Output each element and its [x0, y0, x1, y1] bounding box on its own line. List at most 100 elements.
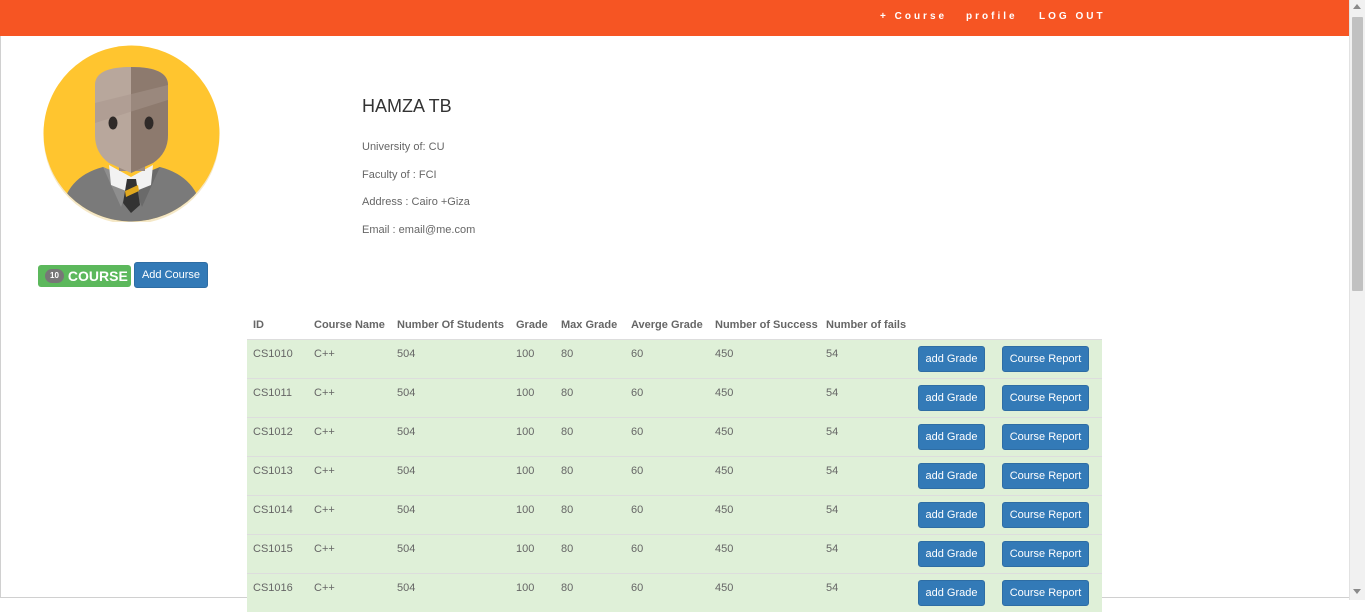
scroll-up-arrow-icon[interactable] [1353, 4, 1361, 9]
cell-course-name: C++ [314, 387, 335, 399]
add-course-button[interactable]: Add Course [134, 262, 208, 288]
cell-grade: 100 [516, 465, 535, 477]
add-grade-button[interactable]: add Grade [918, 424, 985, 450]
cell-students: 504 [397, 465, 416, 477]
table-row: CS1013 C++ 504 100 80 60 450 54 add Grad… [247, 456, 1102, 495]
cell-id: CS1014 [253, 504, 293, 516]
course-report-button[interactable]: Course Report [1002, 346, 1089, 372]
profile-faculty: Faculty of : FCI [362, 169, 437, 181]
top-navbar: + Course profile LOG OUT [0, 0, 1349, 36]
cell-fails: 54 [826, 348, 839, 360]
cell-grade: 100 [516, 543, 535, 555]
cell-grade: 100 [516, 426, 535, 438]
course-report-button[interactable]: Course Report [1002, 385, 1089, 411]
cell-success: 450 [715, 504, 734, 516]
header-number-of-success: Number of Success [715, 319, 818, 331]
header-max-grade: Max Grade [561, 319, 618, 331]
table-row: CS1012 C++ 504 100 80 60 450 54 add Grad… [247, 417, 1102, 456]
add-grade-button[interactable]: add Grade [918, 541, 985, 567]
cell-students: 504 [397, 348, 416, 360]
header-grade: Grade [516, 319, 548, 331]
table-row: CS1010 C++ 504 100 80 60 450 54 add Grad… [247, 339, 1102, 378]
cell-students: 504 [397, 426, 416, 438]
add-grade-button[interactable]: add Grade [918, 463, 985, 489]
cell-success: 450 [715, 348, 734, 360]
cell-students: 504 [397, 387, 416, 399]
course-count-badge: 10 [45, 269, 64, 283]
course-report-button[interactable]: Course Report [1002, 502, 1089, 528]
cell-max-grade: 80 [561, 348, 574, 360]
profile-email: Email : email@me.com [362, 224, 476, 236]
add-grade-button[interactable]: add Grade [918, 580, 985, 606]
cell-id: CS1012 [253, 426, 293, 438]
add-grade-button[interactable]: add Grade [918, 385, 985, 411]
header-id: ID [253, 319, 264, 331]
cell-average-grade: 60 [631, 582, 644, 594]
cell-max-grade: 80 [561, 543, 574, 555]
cell-max-grade: 80 [561, 465, 574, 477]
cell-id: CS1010 [253, 348, 293, 360]
nav-logout-link[interactable]: LOG OUT [1039, 11, 1106, 22]
page-scrollbar[interactable] [1349, 0, 1365, 600]
cell-id: CS1016 [253, 582, 293, 594]
cell-grade: 100 [516, 348, 535, 360]
cell-success: 450 [715, 387, 734, 399]
table-row: CS1014 C++ 504 100 80 60 450 54 add Grad… [247, 495, 1102, 534]
cell-fails: 54 [826, 543, 839, 555]
cell-success: 450 [715, 465, 734, 477]
cell-max-grade: 80 [561, 504, 574, 516]
nav-profile-link[interactable]: profile [966, 11, 1018, 22]
profile-address: Address : Cairo +Giza [362, 196, 470, 208]
cell-grade: 100 [516, 504, 535, 516]
cell-id: CS1011 [253, 387, 292, 399]
cell-course-name: C++ [314, 465, 335, 477]
cell-success: 450 [715, 426, 734, 438]
cell-course-name: C++ [314, 426, 335, 438]
add-grade-button[interactable]: add Grade [918, 346, 985, 372]
cell-average-grade: 60 [631, 348, 644, 360]
cell-grade: 100 [516, 582, 535, 594]
table-row: CS1016 C++ 504 100 80 60 450 54 add Grad… [247, 573, 1102, 612]
course-count-label: 10 COURSE [38, 265, 131, 287]
cell-course-name: C++ [314, 504, 335, 516]
nav-add-course-link[interactable]: + Course [880, 11, 947, 22]
cell-students: 504 [397, 504, 416, 516]
cell-average-grade: 60 [631, 543, 644, 555]
course-report-button[interactable]: Course Report [1002, 541, 1089, 567]
course-report-button[interactable]: Course Report [1002, 463, 1089, 489]
cell-success: 450 [715, 543, 734, 555]
cell-max-grade: 80 [561, 426, 574, 438]
course-label-text: COURSE [67, 268, 128, 284]
cell-average-grade: 60 [631, 504, 644, 516]
header-average-grade: Averge Grade [631, 319, 703, 331]
cell-id: CS1013 [253, 465, 293, 477]
scroll-thumb[interactable] [1352, 17, 1363, 291]
cell-course-name: C++ [314, 582, 335, 594]
cell-average-grade: 60 [631, 426, 644, 438]
cell-fails: 54 [826, 504, 839, 516]
cell-fails: 54 [826, 426, 839, 438]
cell-fails: 54 [826, 582, 839, 594]
cell-students: 504 [397, 543, 416, 555]
cell-course-name: C++ [314, 543, 335, 555]
header-number-of-fails: Number of fails [826, 319, 907, 331]
course-report-button[interactable]: Course Report [1002, 580, 1089, 606]
user-avatar-icon [43, 45, 220, 224]
cell-average-grade: 60 [631, 387, 644, 399]
cell-course-name: C++ [314, 348, 335, 360]
table-row: CS1011 C++ 504 100 80 60 450 54 add Grad… [247, 378, 1102, 417]
cell-max-grade: 80 [561, 582, 574, 594]
table-row: CS1015 C++ 504 100 80 60 450 54 add Grad… [247, 534, 1102, 573]
profile-name: HAMZA TB [362, 96, 452, 116]
header-number-of-students: Number Of Students [397, 319, 504, 331]
cell-students: 504 [397, 582, 416, 594]
cell-fails: 54 [826, 465, 839, 477]
cell-success: 450 [715, 582, 734, 594]
cell-id: CS1015 [253, 543, 293, 555]
profile-university: University of: CU [362, 141, 445, 153]
cell-max-grade: 80 [561, 387, 574, 399]
cell-fails: 54 [826, 387, 839, 399]
course-report-button[interactable]: Course Report [1002, 424, 1089, 450]
scroll-down-arrow-icon[interactable] [1353, 589, 1361, 594]
add-grade-button[interactable]: add Grade [918, 502, 985, 528]
